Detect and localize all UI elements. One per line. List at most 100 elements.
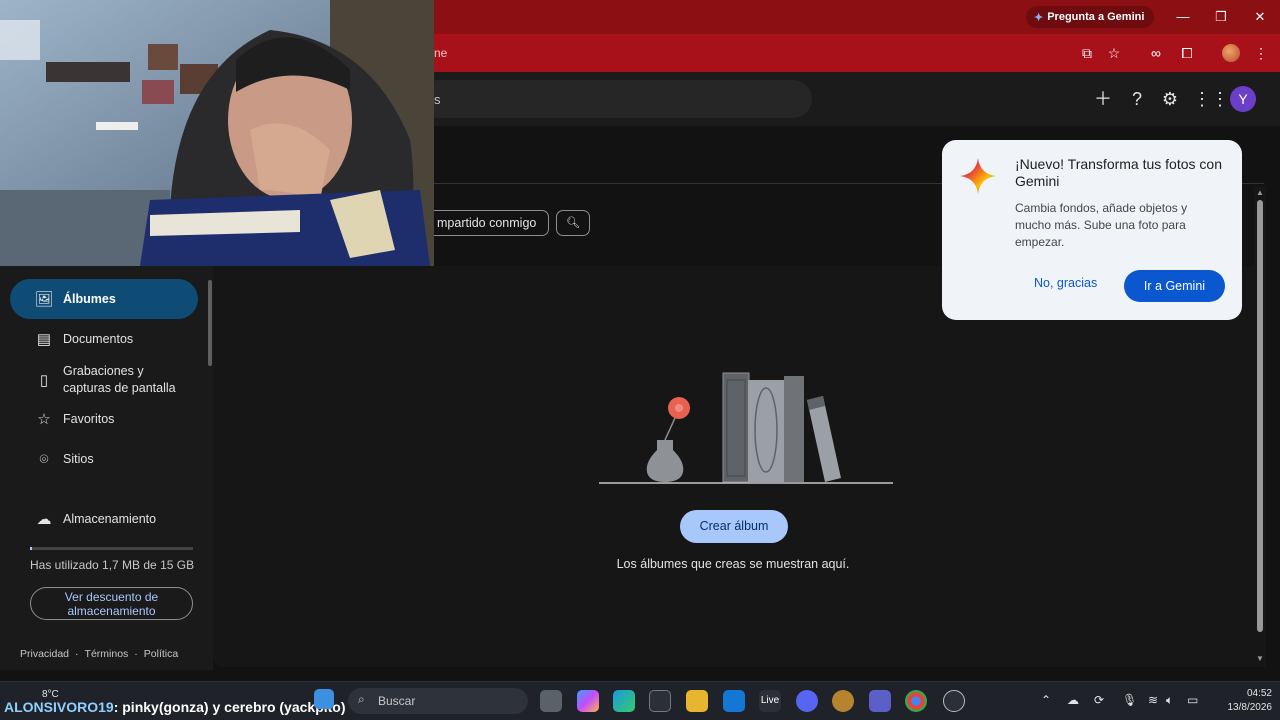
account-avatar[interactable]: Y <box>1230 86 1256 112</box>
scroll-thumb[interactable] <box>1257 200 1263 632</box>
taskbar-search-box[interactable]: ⌕ Buscar <box>348 688 528 714</box>
album-icon: 🖼︎ <box>34 291 54 308</box>
terms-link[interactable]: Términos <box>85 648 129 660</box>
storage-usage-text: Has utilizado 1,7 MB de 15 GB <box>30 558 195 572</box>
phone-icon: ▯ <box>39 372 49 389</box>
discord-icon[interactable] <box>796 690 818 712</box>
clock-time: 04:52 <box>1246 688 1272 699</box>
ask-gemini-button[interactable]: ✦ Pregunta a Gemini <box>1026 6 1155 28</box>
microphone-icon[interactable]: 🎙︎ <box>1122 693 1137 707</box>
gemini-sparkle-icon: ✦ <box>1034 11 1044 24</box>
browser-profile-avatar[interactable] <box>1222 44 1240 62</box>
file-explorer-icon[interactable] <box>686 690 708 712</box>
live-app-icon[interactable]: Live <box>759 690 781 712</box>
browser-menu-icon[interactable]: ⋮ <box>1251 43 1271 63</box>
gemini-star-icon <box>960 158 996 194</box>
storage-discount-button[interactable]: Ver descuento de almacenamiento <box>30 587 193 620</box>
extensions-puzzle-icon[interactable]: ⧠ <box>1177 43 1197 63</box>
extension-glasses-icon[interactable]: ∞ <box>1146 43 1166 63</box>
sidebar-scrollbar[interactable] <box>208 280 212 366</box>
book-medium <box>784 376 804 482</box>
popup-body: Cambia fondos, añade objetos y mucho más… <box>1015 201 1188 249</box>
plus-icon[interactable]: ＋ <box>1092 88 1114 110</box>
vase-shape <box>646 440 684 482</box>
task-view-icon[interactable] <box>540 690 562 712</box>
sidebar-item-label: Sitios <box>63 451 94 466</box>
chat-message: : pinky(gonza) y cerebro (yackpito) <box>113 699 346 715</box>
sidebar-item-documents[interactable]: ▤ Documentos <box>10 319 198 359</box>
teams-icon[interactable] <box>869 690 891 712</box>
game-app-icon[interactable] <box>832 690 854 712</box>
taskbar-clock[interactable]: 04:52 13/8/2026 <box>1222 687 1273 715</box>
sidebar-item-places[interactable]: ⌾ Sitios <box>10 439 198 479</box>
bookmark-star-icon[interactable]: ☆ <box>1104 43 1124 63</box>
create-album-button[interactable]: Crear álbum <box>680 510 788 543</box>
popup-dismiss-button[interactable]: No, gracias <box>1034 276 1097 290</box>
wifi-icon[interactable]: ≋ <box>1148 693 1158 707</box>
sync-icon[interactable]: ⟳ <box>1094 693 1104 707</box>
search-icon: 🔍︎ <box>566 217 580 229</box>
flower-stem <box>664 417 676 441</box>
footer-separator: · <box>134 648 138 660</box>
empty-state-message: Los álbumes que creas se muestran aquí. <box>616 557 850 571</box>
ask-gemini-label: Pregunta a Gemini <box>1047 11 1145 23</box>
app-with-notification-icon[interactable] <box>943 690 965 712</box>
book-light <box>748 380 784 482</box>
sidebar-item-recordings[interactable]: ▯ Grabaciones y capturas de pantalla <box>10 359 198 401</box>
copilot-icon[interactable] <box>577 690 599 712</box>
close-window-button[interactable]: ✕ <box>1247 6 1273 28</box>
sidebar: 🖼︎ Álbumes ▤ Documentos ▯ Grabaciones y … <box>0 266 213 670</box>
footer-separator: · <box>75 648 79 660</box>
star-icon: ☆ <box>37 411 51 428</box>
minimize-button[interactable]: — <box>1170 6 1196 28</box>
sidebar-item-favorites[interactable]: ☆ Favoritos <box>10 399 198 439</box>
sidebar-item-storage[interactable]: ☁︎ Almacenamiento <box>10 499 198 539</box>
store-icon[interactable] <box>649 690 671 712</box>
help-icon[interactable]: ? <box>1126 88 1148 110</box>
windows-start-icon[interactable] <box>314 689 334 709</box>
storage-usage-bar <box>30 547 193 550</box>
empty-albums-illustration <box>599 372 893 484</box>
search-input-text: s <box>434 92 441 107</box>
page-scrollbar[interactable]: ▲ ▼ <box>1254 186 1266 667</box>
scroll-up-icon[interactable]: ▲ <box>1256 188 1264 197</box>
flower-center <box>675 404 683 412</box>
album-search-button[interactable]: 🔍︎ <box>556 210 590 236</box>
chrome-icon[interactable] <box>905 690 927 712</box>
footer-links: Privacidad · Términos · Política <box>20 648 178 660</box>
url-text[interactable]: ne <box>434 46 447 60</box>
sidebar-item-label: Documentos <box>63 331 134 346</box>
taskbar-search-placeholder: Buscar <box>378 694 416 708</box>
onedrive-icon[interactable]: ☁ <box>1067 693 1079 707</box>
photos-search-box[interactable]: s <box>420 80 812 118</box>
battery-icon[interactable]: ▭ <box>1187 693 1198 707</box>
settings-icon[interactable]: ⚙ <box>1159 88 1181 110</box>
chat-username: ALONSIVORO19 <box>4 699 114 715</box>
tray-overflow-icon[interactable]: ⌃ <box>1041 693 1051 707</box>
volume-icon[interactable]: 🔈︎ <box>1166 693 1173 708</box>
privacy-link[interactable]: Privacidad <box>20 648 69 660</box>
install-app-icon[interactable]: ⧉ <box>1077 43 1097 63</box>
location-icon: ⌾ <box>39 450 49 468</box>
cloud-icon: ☁︎ <box>36 511 52 528</box>
apps-grid-icon[interactable]: ⋮⋮ <box>1193 88 1229 110</box>
search-icon: ⌕ <box>358 692 365 706</box>
scroll-down-icon[interactable]: ▼ <box>1256 654 1264 663</box>
webcam-picture <box>0 0 434 266</box>
popup-go-to-gemini-button[interactable]: Ir a Gemini <box>1124 270 1225 302</box>
sidebar-item-label: Almacenamiento <box>63 511 157 526</box>
maximize-button[interactable]: ❐ <box>1208 6 1234 28</box>
windows-taskbar: 8°C ALONSIVORO19: pinky(gonza) y cerebro… <box>0 681 1280 720</box>
sidebar-item-label: Grabaciones y capturas de pantalla <box>63 364 176 395</box>
outlook-icon[interactable] <box>723 690 745 712</box>
sidebar-item-label: Favoritos <box>63 411 115 426</box>
webcam-overlay <box>0 0 434 266</box>
sidebar-item-albums[interactable]: 🖼︎ Álbumes <box>10 279 198 319</box>
popup-title: ¡Nuevo! Transforma tus fotos con Gemini <box>1015 156 1222 189</box>
document-icon: ▤ <box>36 331 52 348</box>
shared-with-me-chip[interactable]: mpartido conmigo <box>424 210 550 236</box>
edge-icon[interactable] <box>613 690 635 712</box>
storage-usage-fill <box>30 547 32 550</box>
sidebar-item-label: Álbumes <box>63 291 116 306</box>
policy-link[interactable]: Política <box>144 648 178 660</box>
